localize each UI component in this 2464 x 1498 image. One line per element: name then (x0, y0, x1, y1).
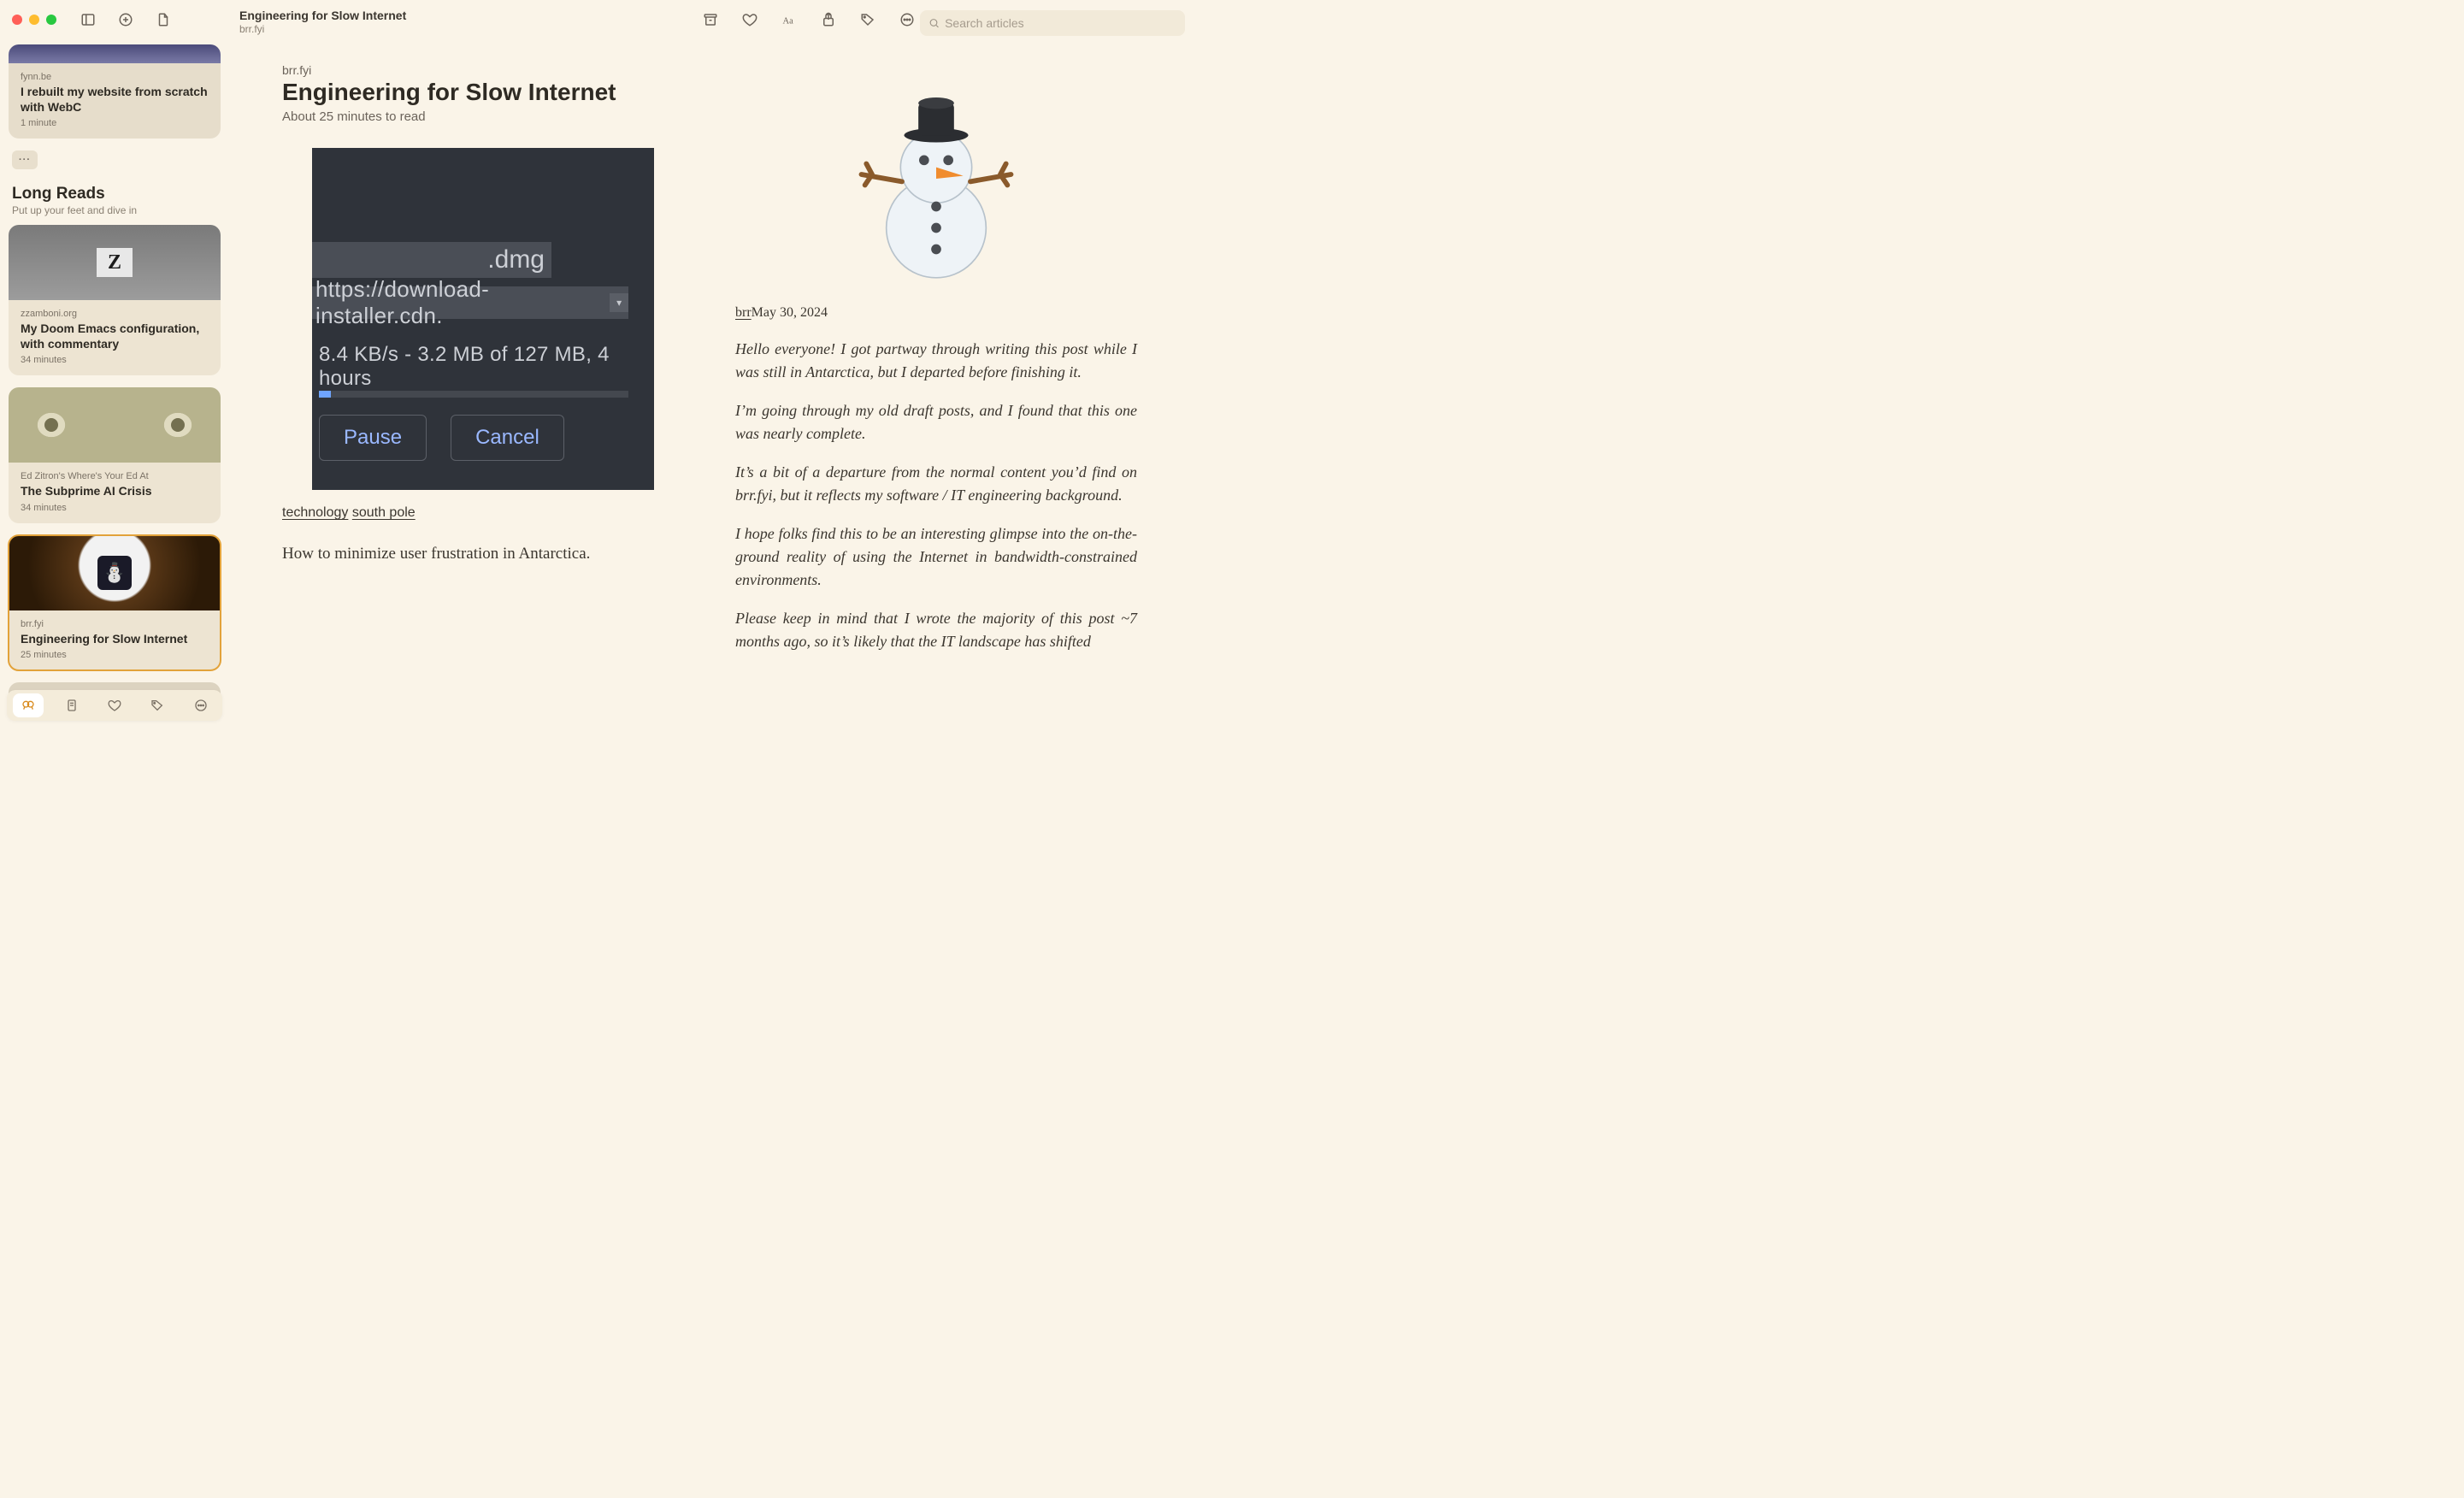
section-header: Long Reads Put up your feet and dive in (9, 185, 221, 216)
article-card[interactable]: fynn.be I rebuilt my website from scratc… (9, 44, 221, 139)
card-readtime: 1 minute (21, 118, 209, 128)
article-lead: How to minimize user frustration in Anta… (282, 545, 684, 563)
minimize-window-button[interactable] (29, 15, 39, 25)
more-button[interactable]: ··· (12, 150, 38, 169)
download-status: 8.4 KB/s - 3.2 MB of 127 MB, 4 hours (319, 343, 654, 391)
section-title: Long Reads (12, 185, 217, 203)
article-source: brr.fyi (282, 63, 684, 77)
more-icon[interactable] (899, 12, 915, 32)
article-title: Engineering for Slow Internet (282, 79, 684, 106)
tab-list[interactable] (56, 693, 87, 717)
titlebar: Engineering for Slow Internet brr.fyi Aa (0, 0, 1197, 43)
tag-icon[interactable] (860, 12, 875, 32)
card-thumbnail (9, 387, 221, 463)
article-card[interactable]: Z zzamboni.org My Doom Emacs configurati… (9, 225, 221, 375)
article-card[interactable]: Ed Zitron's Where's Your Ed At The Subpr… (9, 387, 221, 523)
article-card-selected[interactable]: ⛄ brr.fyi Engineering for Slow Internet … (9, 535, 221, 671)
pause-button: Pause (319, 415, 427, 461)
card-title: The Subprime AI Crisis (21, 484, 209, 499)
sidebar-tabbar (7, 690, 222, 721)
z-logo-icon: Z (97, 248, 133, 277)
heart-icon[interactable] (742, 12, 757, 32)
card-thumbnail: Z (9, 225, 221, 300)
card-readtime: 25 minutes (21, 650, 209, 660)
card-thumbnail: ⛄ (9, 535, 221, 610)
card-readtime: 34 minutes (21, 355, 209, 365)
chevron-down-icon: ▾ (610, 293, 628, 312)
window-controls (12, 15, 56, 25)
card-source: fynn.be (21, 72, 209, 82)
sidebar-toggle-icon[interactable] (80, 12, 96, 32)
card-readtime: 34 minutes (21, 503, 209, 513)
download-filename: .dmg (312, 242, 551, 278)
maximize-window-button[interactable] (46, 15, 56, 25)
byline: brrMay 30, 2024 (735, 305, 1137, 321)
add-icon[interactable] (118, 12, 133, 32)
tag-link[interactable]: south pole (352, 505, 416, 520)
byline-author[interactable]: brr (735, 305, 752, 320)
close-window-button[interactable] (12, 15, 22, 25)
tab-more[interactable] (186, 693, 216, 717)
article-paragraph: Please keep in mind that I wrote the maj… (735, 607, 1137, 653)
new-doc-icon[interactable] (156, 12, 171, 32)
article-readtime: About 25 minutes to read (282, 109, 684, 124)
titlebar-title-block: Engineering for Slow Internet brr.fyi (239, 9, 406, 35)
hero-image (735, 63, 1137, 290)
search-input[interactable] (945, 16, 1176, 30)
section-subtitle: Put up your feet and dive in (12, 204, 217, 216)
search-icon (928, 17, 940, 29)
svg-text:Aa: Aa (783, 17, 794, 27)
titlebar-title: Engineering for Slow Internet (239, 9, 406, 22)
download-screenshot: .dmg https://download-installer.cdn. ▾ 8… (312, 148, 654, 490)
card-source: brr.fyi (21, 619, 209, 629)
article-paragraph: Hello everyone! I got partway through wr… (735, 338, 1137, 384)
search-box[interactable] (920, 10, 1185, 36)
tab-discover[interactable] (13, 693, 44, 717)
tag-row: technology south pole (282, 505, 684, 521)
card-title: Engineering for Slow Internet (21, 632, 209, 647)
article-paragraph: It’s a bit of a departure from the norma… (735, 461, 1137, 507)
tab-tags[interactable] (142, 693, 173, 717)
tag-link[interactable]: technology (282, 505, 348, 520)
card-title: My Doom Emacs configuration, with commen… (21, 321, 209, 351)
download-progress (319, 391, 628, 398)
article-paragraph: I’m going through my old draft posts, an… (735, 399, 1137, 445)
download-url-row: https://download-installer.cdn. ▾ (312, 286, 628, 319)
card-source: zzamboni.org (21, 309, 209, 319)
archive-icon[interactable] (703, 12, 718, 32)
article-paragraph: I hope folks find this to be an interest… (735, 522, 1137, 592)
card-source: Ed Zitron's Where's Your Ed At (21, 471, 209, 481)
share-icon[interactable] (821, 12, 836, 32)
article-pane: brr.fyi Engineering for Slow Internet Ab… (229, 43, 1197, 728)
cancel-button: Cancel (451, 415, 564, 461)
download-url: https://download-installer.cdn. (315, 276, 610, 329)
titlebar-subtitle: brr.fyi (239, 23, 406, 35)
card-title: I rebuilt my website from scratch with W… (21, 85, 209, 115)
snowman-icon: ⛄ (97, 556, 132, 590)
sidebar: fynn.be I rebuilt my website from scratc… (0, 43, 229, 728)
tab-favorites[interactable] (99, 693, 130, 717)
snowman-icon (829, 63, 1043, 286)
text-style-icon[interactable]: Aa (781, 12, 797, 32)
card-thumbnail (9, 44, 221, 63)
byline-date: May 30, 2024 (752, 305, 828, 320)
